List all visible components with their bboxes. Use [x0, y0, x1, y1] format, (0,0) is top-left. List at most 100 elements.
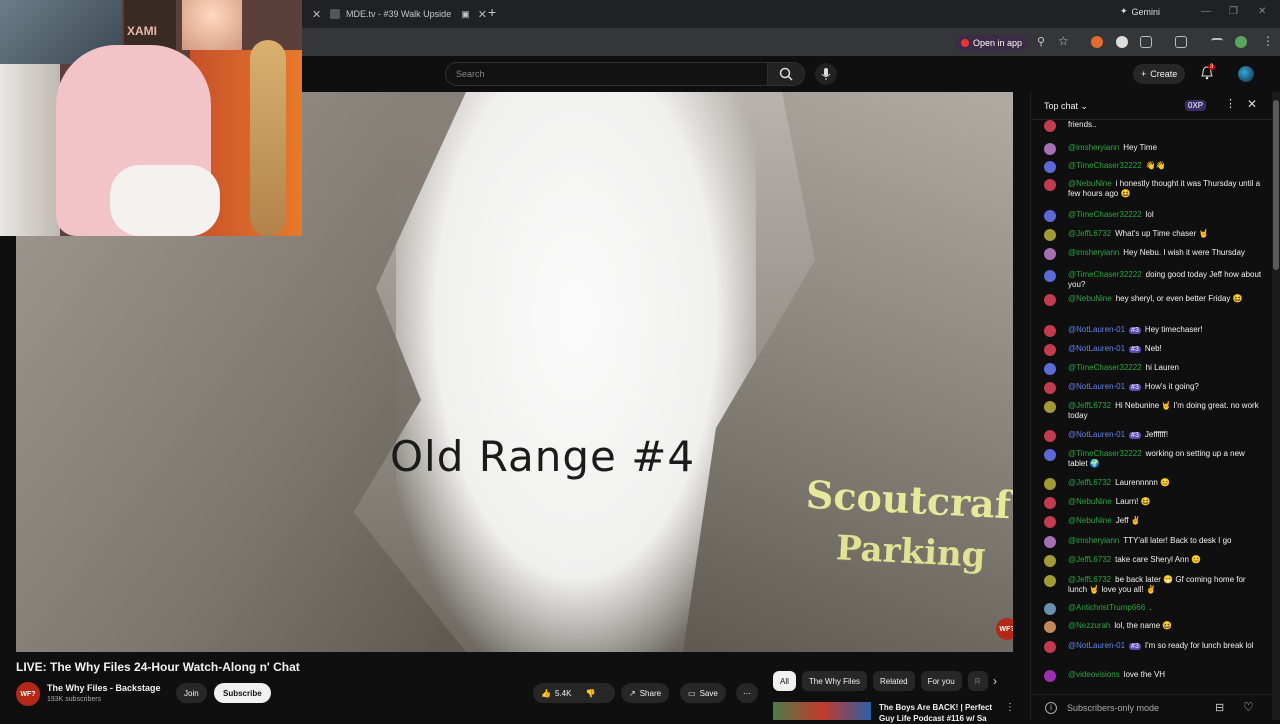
chat-author-avatar[interactable]	[1044, 120, 1056, 132]
chat-author-name[interactable]: @NotLauren-01	[1068, 641, 1125, 650]
chat-author-name[interactable]: @NotLauren-01	[1068, 430, 1125, 439]
join-button[interactable]: Join	[176, 683, 207, 703]
chip-the-why-files[interactable]: The Why Files	[801, 671, 868, 691]
extensions-puzzle-icon[interactable]	[1140, 36, 1152, 48]
chat-message[interactable]: friends..	[1044, 120, 1262, 132]
chat-author-avatar[interactable]	[1044, 516, 1056, 528]
chat-author-avatar[interactable]	[1044, 603, 1056, 615]
chat-author-avatar[interactable]	[1044, 449, 1056, 461]
chat-message[interactable]: @TimeChaser32222 doing good today Jeff ho…	[1044, 270, 1262, 290]
chat-message[interactable]: @NotLauren-01 #3 How's it going?	[1044, 382, 1262, 394]
chat-author-name[interactable]: @NotLauren-01	[1068, 344, 1125, 353]
chat-author-name[interactable]: @TimeChaser32222	[1068, 161, 1142, 170]
chat-message[interactable]: @imsheryiann Hey Time	[1044, 143, 1262, 155]
chat-message[interactable]: @Nezzurah lol, the name 😆	[1044, 621, 1262, 633]
chat-author-name[interactable]: @NotLauren-01	[1068, 325, 1125, 334]
chat-message[interactable]: @imsheryiann TTY'all later! Back to desk …	[1044, 536, 1262, 548]
browser-menu-icon[interactable]: ⋮	[1262, 34, 1274, 48]
chat-author-avatar[interactable]	[1044, 478, 1056, 490]
info-icon[interactable]: i	[1045, 702, 1057, 714]
chat-author-name[interactable]: @imsheryiann	[1068, 143, 1119, 152]
chat-author-avatar[interactable]	[1044, 382, 1056, 394]
account-avatar[interactable]	[1238, 66, 1254, 82]
chat-menu-icon[interactable]: ⋮	[1225, 97, 1236, 110]
chat-author-name[interactable]: @videovisions	[1068, 670, 1120, 679]
chat-author-avatar[interactable]	[1044, 248, 1056, 260]
close-icon[interactable]: ✕	[1247, 97, 1257, 111]
extension-icon[interactable]	[1116, 36, 1128, 48]
chat-author-name[interactable]: @JeffL6732	[1068, 401, 1111, 410]
chat-message[interactable]: @NebuNine Jeff ✌	[1044, 516, 1262, 528]
chat-author-name[interactable]: @JeffL6732	[1068, 478, 1111, 487]
tab-close-left[interactable]: ✕	[304, 2, 321, 26]
chat-message[interactable]: @TimeChaser32222 working on setting up a …	[1044, 449, 1262, 469]
chat-author-avatar[interactable]	[1044, 497, 1056, 509]
channel-avatar[interactable]: WF?	[16, 682, 40, 706]
chat-author-name[interactable]: @TimeChaser32222	[1068, 210, 1142, 219]
chat-author-avatar[interactable]	[1044, 401, 1056, 413]
chat-author-avatar[interactable]	[1044, 430, 1056, 442]
chat-author-avatar[interactable]	[1044, 555, 1056, 567]
chat-author-name[interactable]: @TimeChaser32222	[1068, 363, 1142, 372]
search-input[interactable]: Search	[445, 62, 768, 86]
chat-author-name[interactable]: @TimeChaser32222	[1068, 449, 1142, 458]
chip-more[interactable]: R	[967, 671, 988, 691]
chat-author-name[interactable]: @imsheryiann	[1068, 248, 1119, 257]
chat-message[interactable]: @JeffL6732 take care Sheryl Ann 😊	[1044, 555, 1262, 567]
search-button[interactable]	[767, 62, 805, 86]
chip-for-you[interactable]: For you	[920, 671, 962, 691]
chat-author-avatar[interactable]	[1044, 294, 1056, 306]
chat-author-avatar[interactable]	[1044, 621, 1056, 633]
chat-author-name[interactable]: @NebuNine	[1068, 294, 1112, 303]
zoom-icon[interactable]: ⚲	[1037, 35, 1045, 48]
chat-author-avatar[interactable]	[1044, 670, 1056, 682]
chat-message[interactable]: @AntichristTrump666.	[1044, 603, 1262, 615]
chat-message[interactable]: @NotLauren-01 #3 Jeffffff!	[1044, 430, 1262, 442]
save-button[interactable]: ▭ Save	[680, 683, 726, 703]
scrollbar-thumb[interactable]	[1273, 100, 1279, 270]
recommendation-menu-icon[interactable]: ⋮	[1005, 702, 1015, 713]
chat-message[interactable]: @NotLauren-01 #3 I'm so ready for lunch br…	[1044, 641, 1262, 653]
xp-badge[interactable]: 0XP	[1185, 100, 1207, 111]
chat-author-avatar[interactable]	[1044, 344, 1056, 356]
cast-icon[interactable]	[1175, 36, 1187, 48]
chip-related[interactable]: Related	[873, 671, 915, 691]
chat-author-avatar[interactable]	[1044, 179, 1056, 191]
share-button[interactable]: ↗ Share	[621, 683, 670, 703]
maximize-button[interactable]: ❐	[1229, 6, 1238, 17]
chat-author-name[interactable]: @NebuNine	[1068, 516, 1112, 525]
chat-author-avatar[interactable]	[1044, 641, 1056, 653]
chat-author-name[interactable]: @Nezzurah	[1068, 621, 1110, 630]
chat-message[interactable]: @TimeChaser32222 👋👋	[1044, 161, 1262, 173]
extension-icon[interactable]	[1091, 36, 1103, 48]
chat-message[interactable]: @JeffL6732 Laurennnnn 😊	[1044, 478, 1262, 490]
chat-message[interactable]: @JeffL6732 What's up Time chaser 🤘	[1044, 229, 1262, 241]
chat-author-avatar[interactable]	[1044, 270, 1056, 282]
voice-search-button[interactable]	[815, 63, 837, 85]
open-in-app-button[interactable]: Open in app	[955, 35, 1029, 51]
tab-close-icon[interactable]: ✕	[478, 8, 487, 21]
chat-mode-dropdown[interactable]: Top chat ⌄	[1044, 101, 1088, 112]
chat-message[interactable]: @TimeChaser32222 hi Lauren	[1044, 363, 1262, 375]
like-button[interactable]: 👍 5.4K	[541, 689, 571, 698]
chat-message[interactable]: @videovisions love the VH	[1044, 670, 1262, 682]
window-close-button[interactable]: ✕	[1258, 6, 1266, 17]
chat-author-name[interactable]: @NebuNine	[1068, 179, 1112, 188]
chat-author-avatar[interactable]	[1044, 229, 1056, 241]
super-chat-icon[interactable]: ⊟	[1215, 701, 1224, 714]
chat-author-name[interactable]: @JeffL6732	[1068, 229, 1111, 238]
chat-author-avatar[interactable]	[1044, 210, 1056, 222]
new-tab-button[interactable]: +	[488, 4, 496, 20]
chat-message[interactable]: @JeffL6732 Hi Nebunine 🤘 I'm doing great.…	[1044, 401, 1262, 421]
chevron-right-icon[interactable]: ›	[993, 674, 997, 688]
chat-message[interactable]: @imsheryiann Hey Nebu. I wish it were Thu…	[1044, 248, 1262, 260]
chat-author-avatar[interactable]	[1044, 161, 1056, 173]
chat-message[interactable]: @NotLauren-01 #3 Hey timechaser!	[1044, 325, 1262, 337]
subscribe-button[interactable]: Subscribe	[214, 683, 271, 703]
create-button[interactable]: + Create	[1133, 64, 1186, 84]
chat-message[interactable]: @NebuNine Laurn! 😆	[1044, 497, 1262, 509]
chat-author-avatar[interactable]	[1044, 575, 1056, 587]
chat-author-name[interactable]: @NebuNine	[1068, 497, 1112, 506]
minimize-button[interactable]: —	[1201, 6, 1211, 17]
chat-author-name[interactable]: @TimeChaser32222	[1068, 270, 1142, 279]
